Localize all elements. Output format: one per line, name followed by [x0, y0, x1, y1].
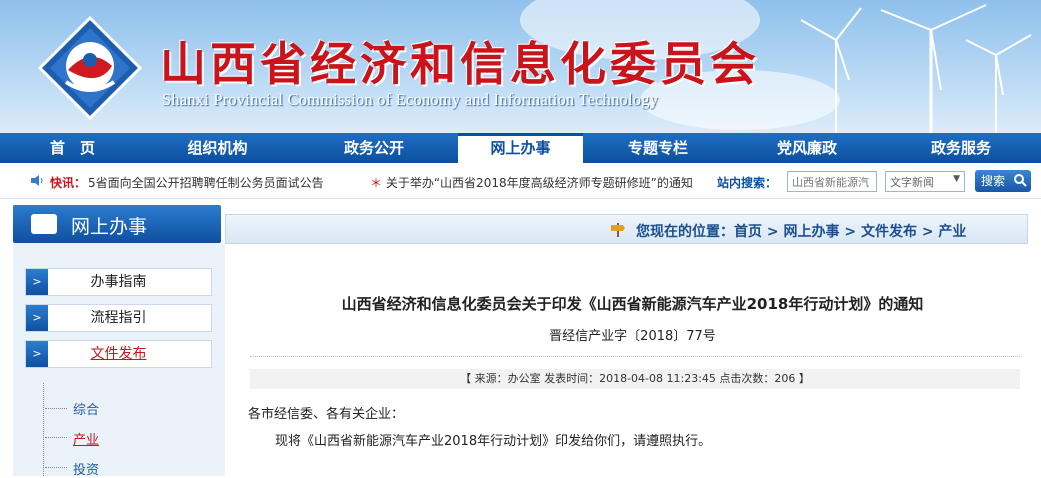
main-nav: 首 页 组织机构 政务公开 网上办事 专题专栏 党风廉政 政务服务: [0, 133, 1041, 163]
sidebar-item-label: 文件发布: [90, 346, 147, 362]
nav-online-services[interactable]: 网上办事: [458, 133, 583, 163]
breadcrumb-text: 您现在的位置：首页 > 网上办事 > 文件发布 > 产业: [636, 224, 967, 240]
search-button-label: 搜索: [981, 174, 1006, 188]
search-icon: [1014, 174, 1027, 187]
signpost-icon: [611, 223, 625, 237]
subitem-investment[interactable]: 投资: [73, 459, 99, 478]
sidebar-item-guide[interactable]: > 办事指南: [25, 268, 212, 296]
sidebar-item-documents[interactable]: > 文件发布: [25, 340, 212, 368]
article-body: 现将《山西省新能源汽车产业2018年行动计划》印发给你们，请遵照执行。: [275, 434, 712, 449]
tree-branch: [45, 408, 67, 409]
sidebar-header: 网上办事: [13, 205, 221, 243]
breadcrumb: 您现在的位置：首页 > 网上办事 > 文件发布 > 产业: [225, 214, 1028, 244]
article-meta: 【 来源：办公室 发表时间：2018-04-08 11:23:45 点击次数：2…: [250, 369, 1020, 389]
nav-organization[interactable]: 组织机构: [145, 133, 290, 163]
chevron-right-icon: >: [26, 269, 48, 295]
tree-branch: [45, 437, 67, 438]
header-banner: 山西省经济和信息化委员会 Shanxi Provincial Commissio…: [0, 0, 1041, 133]
nav-government-affairs[interactable]: 政务公开: [290, 133, 458, 163]
sidebar-item-label: 流程指引: [90, 310, 147, 326]
search-type-select[interactable]: 文字新闻 ▼: [885, 171, 965, 192]
ticker-item[interactable]: ＊ 关于举办“山西省2018年度高级经济师专题研修班”的通知: [370, 174, 693, 191]
speaker-icon: [31, 175, 43, 186]
ticker-item[interactable]: 5省面向全国公开招聘聘任制公务员面试公告: [88, 174, 324, 191]
nav-home[interactable]: 首 页: [0, 133, 145, 163]
sidebar: > 办事指南 > 流程指引 > 文件发布 综合 产业 投资: [13, 243, 225, 478]
ticker-label: 快讯：: [50, 176, 87, 190]
document-number: 晋经信产业字〔2018〕77号: [549, 329, 716, 344]
search-type-value: 文字新闻: [890, 176, 934, 189]
wind-turbines-image: [800, 4, 1032, 133]
article-greeting: 各市经信委、各有关企业：: [248, 407, 405, 422]
news-ticker-bar: 快讯： 5省面向全国公开招聘聘任制公务员面试公告 ＊ 关于举办“山西省2018年…: [0, 163, 1041, 199]
subitem-industry[interactable]: 产业: [73, 429, 99, 448]
commission-logo: [38, 16, 142, 120]
search-button[interactable]: 搜索: [975, 170, 1031, 192]
ticker-item-text[interactable]: 关于举办“山西省2018年度高级经济师专题研修班”的通知: [386, 176, 693, 190]
tree-branch: [45, 467, 67, 468]
search-input[interactable]: [787, 171, 877, 192]
site-subtitle: Shanxi Provincial Commission of Economy …: [162, 90, 659, 109]
briefcase-icon: [31, 214, 57, 234]
site-title: 山西省经济和信息化委员会: [160, 37, 760, 91]
sidebar-title: 网上办事: [71, 216, 148, 238]
subitem-general[interactable]: 综合: [73, 399, 99, 418]
chevron-down-icon: ▼: [953, 174, 960, 184]
sidebar-item-process[interactable]: > 流程指引: [25, 304, 212, 332]
tree-line: [43, 383, 45, 476]
nav-government-services[interactable]: 政务服务: [881, 133, 1041, 163]
article-title: 山西省经济和信息化委员会关于印发《山西省新能源汽车产业2018年行动计划》的通知: [341, 295, 924, 313]
divider: [250, 356, 1020, 357]
nav-special-topics[interactable]: 专题专栏: [583, 133, 733, 163]
nav-party-integrity[interactable]: 党风廉政: [733, 133, 881, 163]
sidebar-item-label: 办事指南: [90, 274, 147, 290]
chevron-right-icon: >: [26, 341, 48, 367]
chevron-right-icon: >: [26, 305, 48, 331]
search-label: 站内搜索：: [717, 176, 778, 190]
